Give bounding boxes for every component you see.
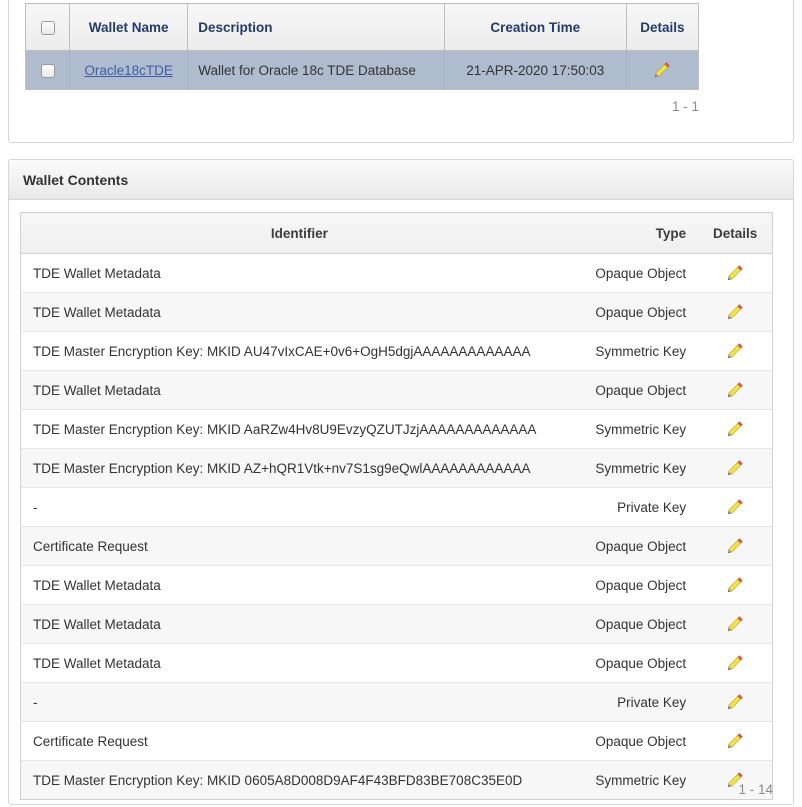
identifier-cell: TDE Master Encryption Key: MKID AZ+hQR1V… [20,448,578,488]
identifier-cell: - [20,487,578,527]
details-cell [698,409,773,449]
type-cell: Opaque Object [577,292,699,332]
identifier-cell: TDE Wallet Metadata [20,604,578,644]
type-cell: Opaque Object [577,643,699,683]
table-row[interactable]: TDE Master Encryption Key: MKID AU47vIxC… [20,331,773,371]
table-row[interactable]: Certificate Request Opaque Object [20,526,773,566]
wallet-table-header-row: Wallet Name Description Creation Time De… [25,3,699,51]
select-all-checkbox[interactable] [40,20,55,35]
contents-column-details[interactable]: Details [698,212,773,254]
pencil-icon[interactable] [726,420,744,438]
type-cell: Opaque Object [577,370,699,410]
table-row[interactable]: TDE Wallet Metadata Opaque Object [20,370,773,410]
pencil-icon[interactable] [726,381,744,399]
type-cell: Opaque Object [577,526,699,566]
details-cell [698,604,773,644]
pencil-icon[interactable] [726,654,744,672]
table-row[interactable]: TDE Master Encryption Key: MKID AaRZw4Hv… [20,409,773,449]
type-cell: Private Key [577,487,699,527]
identifier-cell: TDE Wallet Metadata [20,643,578,683]
details-cell [698,331,773,371]
wallet-column-select-all [25,3,71,51]
wallet-table-row[interactable]: Oracle18cTDE Wallet for Oracle 18c TDE D… [25,50,699,90]
table-row[interactable]: - Private Key [20,682,773,722]
details-cell [698,253,773,293]
table-row[interactable]: TDE Master Encryption Key: MKID AZ+hQR1V… [20,448,773,488]
type-cell: Opaque Object [577,604,699,644]
pencil-icon[interactable] [653,61,671,79]
contents-table-body: TDE Wallet Metadata Opaque Object TDE Wall… [20,253,773,800]
wallet-column-description[interactable]: Description [187,3,445,51]
wallet-column-wallet-name[interactable]: Wallet Name [69,3,189,51]
wallet-list-panel: Wallet Name Description Creation Time De… [8,0,794,143]
details-cell [698,370,773,410]
identifier-cell: TDE Wallet Metadata [20,370,578,410]
wallet-pagination: 1 - 1 [671,99,699,114]
table-row[interactable]: TDE Wallet Metadata Opaque Object [20,565,773,605]
details-cell [698,682,773,722]
pencil-icon[interactable] [726,537,744,555]
pencil-icon[interactable] [726,693,744,711]
wallet-contents-title: Wallet Contents [9,160,793,200]
row-select-cell [25,50,71,90]
wallet-contents-table: Identifier Type Details TDE Wallet Metad… [20,212,773,800]
table-row[interactable]: Certificate Request Opaque Object [20,721,773,761]
contents-table-header-row: Identifier Type Details [20,212,773,254]
row-select-checkbox[interactable] [40,63,55,78]
wallet-name-cell: Oracle18cTDE [69,50,189,90]
table-row[interactable]: - Private Key [20,487,773,527]
pencil-icon[interactable] [726,264,744,282]
type-cell: Symmetric Key [577,448,699,488]
wallet-contents-panel: Wallet Contents Identifier Type Details … [8,159,794,805]
pencil-icon[interactable] [726,615,744,633]
identifier-cell: TDE Master Encryption Key: MKID AaRZw4Hv… [20,409,578,449]
details-cell [698,448,773,488]
wallet-details-cell [626,50,699,90]
identifier-cell: Certificate Request [20,526,578,566]
type-cell: Opaque Object [577,721,699,761]
type-cell: Symmetric Key [577,409,699,449]
pencil-icon[interactable] [726,459,744,477]
pencil-icon[interactable] [726,342,744,360]
identifier-cell: TDE Wallet Metadata [20,253,578,293]
wallet-name-link[interactable]: Oracle18cTDE [84,63,173,78]
type-cell: Opaque Object [577,253,699,293]
type-cell: Symmetric Key [577,331,699,371]
wallet-table: Wallet Name Description Creation Time De… [25,3,699,90]
pencil-icon[interactable] [726,498,744,516]
wallet-description-cell: Wallet for Oracle 18c TDE Database [187,50,445,90]
pencil-icon[interactable] [726,732,744,750]
details-cell [698,292,773,332]
identifier-cell: Certificate Request [20,721,578,761]
wallet-column-details[interactable]: Details [626,3,699,51]
wallet-creation-time-cell: 21-APR-2020 17:50:03 [444,50,627,90]
identifier-cell: TDE Wallet Metadata [20,292,578,332]
pencil-icon[interactable] [726,303,744,321]
identifier-cell: TDE Master Encryption Key: MKID AU47vIxC… [20,331,578,371]
table-row[interactable]: TDE Wallet Metadata Opaque Object [20,253,773,293]
table-row[interactable]: TDE Wallet Metadata Opaque Object [20,292,773,332]
details-cell [698,487,773,527]
identifier-cell: - [20,682,578,722]
identifier-cell: TDE Wallet Metadata [20,565,578,605]
details-cell [698,643,773,683]
details-cell [698,721,773,761]
details-cell [698,565,773,605]
wallet-column-creation-time[interactable]: Creation Time [444,3,627,51]
table-row[interactable]: TDE Wallet Metadata Opaque Object [20,604,773,644]
contents-column-identifier[interactable]: Identifier [20,212,578,254]
contents-column-type[interactable]: Type [577,212,699,254]
table-row[interactable]: TDE Wallet Metadata Opaque Object [20,643,773,683]
type-cell: Private Key [577,682,699,722]
contents-pagination: 1 - 14 [738,782,773,797]
type-cell: Opaque Object [577,565,699,605]
pencil-icon[interactable] [726,576,744,594]
details-cell [698,526,773,566]
